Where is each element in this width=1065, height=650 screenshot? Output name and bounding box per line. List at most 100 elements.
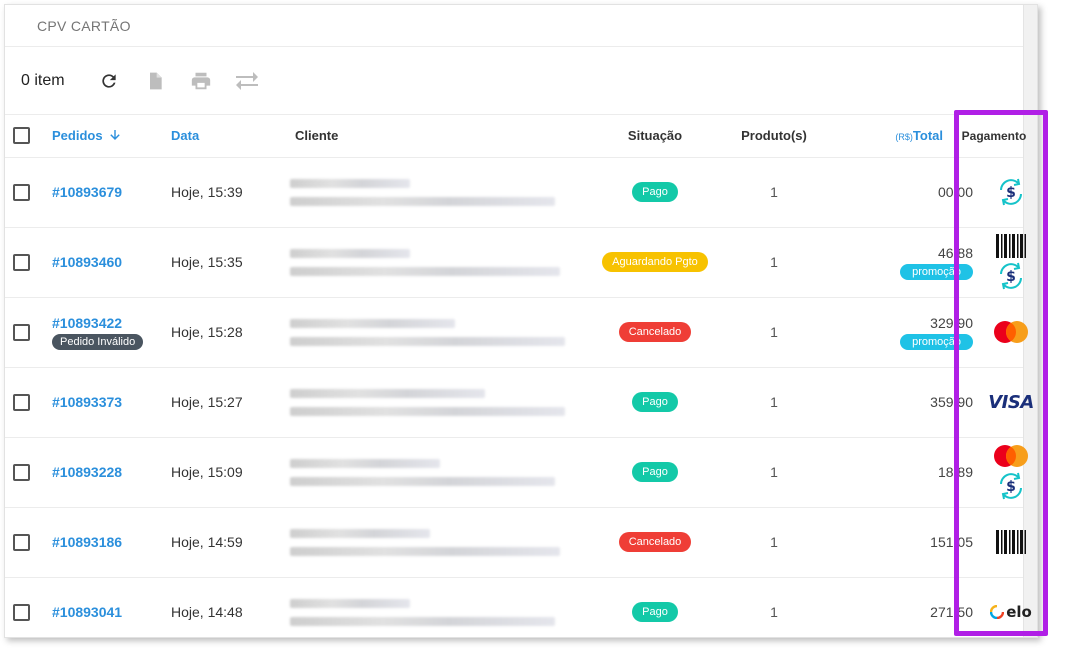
payment-methods: $ (973, 157, 1025, 227)
order-total: 00,00 (823, 157, 973, 227)
table-row[interactable]: #10893679 Hoje, 15:39 Pago 1 00,00 $ (5, 157, 1025, 227)
order-date: Hoje, 14:48 (171, 604, 243, 620)
client-info-redacted (290, 297, 585, 367)
invalid-order-badge: Pedido Inválido (52, 333, 144, 350)
order-date: Hoje, 15:09 (171, 464, 243, 480)
status-badge: Pago (632, 392, 678, 412)
status-badge: Pago (632, 602, 678, 622)
order-link[interactable]: #10893041 (52, 604, 122, 620)
product-qty: 1 (770, 324, 778, 340)
table-row[interactable]: #10893460 Hoje, 15:35 Aguardando Pgto 1 46,8… (5, 227, 1027, 297)
column-produtos: Produto(s) (725, 115, 823, 158)
row-checkbox[interactable] (13, 463, 30, 481)
product-qty: 1 (770, 534, 778, 550)
order-link[interactable]: #10893186 (52, 534, 122, 550)
orders-table: Pedidos Data Cliente Situação Produto(s)… (5, 115, 1034, 637)
payment-methods: $ (973, 437, 1028, 507)
svg-text:$: $ (1006, 479, 1016, 495)
status-badge: Cancelado (618, 532, 692, 552)
refresh-button[interactable] (95, 67, 123, 95)
order-total: 46,88 promoção (823, 227, 973, 297)
table-row[interactable]: #10893041 Hoje, 14:48 Pago 1 271,50 elo (5, 577, 1032, 637)
order-date: Hoje, 15:35 (171, 254, 243, 270)
client-info-redacted (290, 507, 585, 577)
table-row[interactable]: #10893373 Hoje, 15:27 Pago 1 359,90 VISA (5, 367, 1034, 437)
product-qty: 1 (770, 254, 778, 270)
mastercard-icon (991, 443, 1031, 469)
order-total: 359,90 (823, 367, 973, 437)
order-total: 329,90 promoção (823, 297, 973, 367)
product-qty: 1 (770, 464, 778, 480)
status-badge: Pago (632, 182, 678, 202)
client-info-redacted (290, 367, 585, 437)
pix-icon: $ (996, 177, 1026, 207)
order-link[interactable]: #10893228 (52, 464, 122, 480)
toolbar: 0 item (5, 47, 1037, 115)
row-checkbox[interactable] (13, 603, 30, 621)
column-pagamento: Pagamento (962, 115, 1026, 158)
column-situacao: Situação (585, 115, 725, 158)
client-info-redacted (290, 157, 585, 227)
item-count: 0 item (21, 71, 65, 89)
table-row[interactable]: #10893228 Hoje, 15:09 Pago 1 18,89 $ (5, 437, 1028, 507)
status-badge: Aguardando Pgto (602, 252, 708, 272)
print-button[interactable] (187, 67, 215, 95)
orders-panel: CPV CARTÃO 0 item Pedidos Data Cliente S… (4, 4, 1038, 638)
column-data[interactable]: Data (166, 115, 290, 158)
transfer-button[interactable] (233, 67, 261, 95)
row-checkbox[interactable] (13, 533, 30, 551)
barcode-icon (995, 529, 1027, 555)
refresh-icon (101, 73, 116, 88)
visa-icon: VISA (988, 391, 1034, 413)
table-row[interactable]: #10893186 Hoje, 14:59 Cancelado 1 151,05 (5, 507, 1027, 577)
order-link[interactable]: #10893460 (52, 254, 122, 270)
column-cliente: Cliente (290, 115, 585, 158)
order-link[interactable]: #10893679 (52, 184, 122, 200)
total-amount: 151,05 (930, 534, 973, 550)
barcode-icon (995, 233, 1027, 259)
panel-header: CPV CARTÃO (5, 5, 1037, 47)
currency-label: (R$) (895, 132, 913, 143)
order-date: Hoje, 15:27 (171, 394, 243, 410)
row-checkbox[interactable] (13, 183, 30, 201)
product-qty: 1 (770, 184, 778, 200)
row-checkbox[interactable] (13, 253, 30, 271)
client-info-redacted (290, 227, 585, 297)
order-link[interactable]: #10893373 (52, 394, 122, 410)
row-checkbox[interactable] (13, 393, 30, 411)
order-total: 271,50 (823, 577, 973, 637)
payment-methods: VISA (973, 367, 1034, 437)
payment-methods (973, 507, 1027, 577)
payment-methods (973, 297, 1028, 367)
sort-arrow-down-icon (110, 130, 120, 141)
order-link[interactable]: #10893422 (52, 315, 122, 331)
promo-badge: promoção (900, 333, 973, 350)
total-amount: 359,90 (930, 394, 973, 410)
client-info-redacted (290, 437, 585, 507)
pix-icon: $ (996, 471, 1026, 501)
total-amount: 00,00 (937, 184, 973, 200)
total-amount: 271,50 (930, 604, 973, 620)
order-date: Hoje, 15:28 (171, 324, 243, 340)
pix-icon: $ (996, 261, 1026, 291)
select-all-checkbox[interactable] (13, 127, 30, 145)
payment-methods: elo (973, 577, 1032, 637)
panel-title: CPV CARTÃO (37, 17, 131, 34)
print-icon (191, 72, 210, 89)
svg-text:$: $ (1006, 185, 1016, 201)
export-document-button[interactable] (141, 67, 169, 95)
status-badge: Pago (632, 462, 678, 482)
order-total: 18,89 (823, 437, 973, 507)
table-header-row: Pedidos Data Cliente Situação Produto(s)… (5, 115, 1026, 158)
order-total: 151,05 (823, 507, 973, 577)
client-info-redacted (290, 577, 585, 637)
promo-badge: promoção (900, 263, 973, 280)
row-checkbox[interactable] (13, 323, 30, 341)
column-pedidos[interactable]: Pedidos (52, 115, 166, 158)
table-row[interactable]: #10893422 Pedido Inválido Hoje, 15:28 Cance… (5, 297, 1028, 367)
order-date: Hoje, 14:59 (171, 534, 243, 550)
svg-text:$: $ (1006, 269, 1016, 285)
status-badge: Cancelado (618, 322, 692, 342)
mastercard-icon (991, 319, 1031, 345)
total-amount: 46,88 (937, 244, 973, 261)
